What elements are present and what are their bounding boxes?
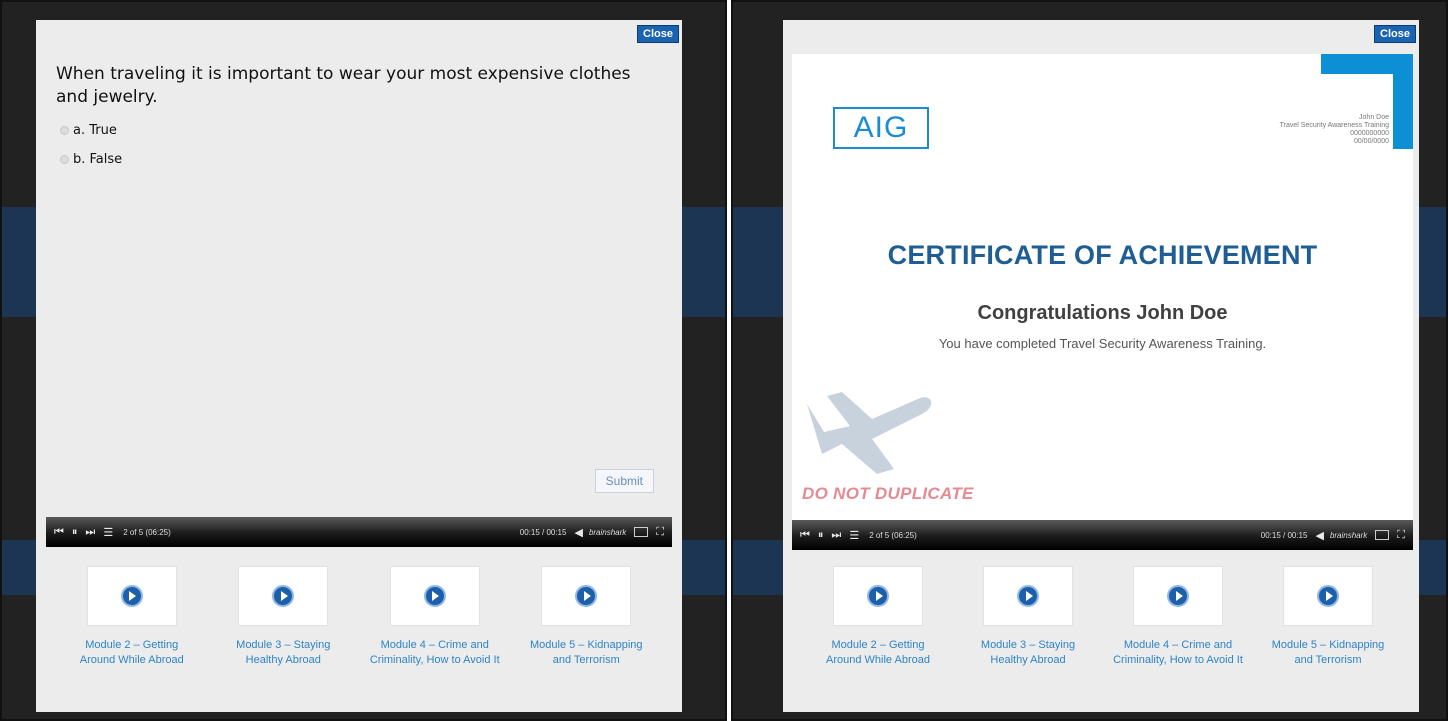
quiz-question: When traveling it is important to wear y…: [56, 64, 631, 107]
module-item[interactable]: Module 5 – Kidnapping and Terrorism: [1258, 566, 1398, 668]
pause-icon[interactable]: ⏸: [818, 529, 824, 542]
option-false[interactable]: b. False: [60, 152, 672, 167]
module-thumbnail[interactable]: [86, 566, 177, 626]
certificate-modal: Close AIG John Doe Travel Security Aware…: [783, 20, 1419, 712]
module-item[interactable]: Module 3 – Staying Healthy Abroad: [958, 566, 1098, 668]
time-display: 00:15 / 00:15: [519, 527, 567, 537]
screen-icon[interactable]: [1375, 530, 1390, 540]
module-link[interactable]: Module 5 – Kidnapping and Terrorism: [1263, 638, 1393, 668]
module-link[interactable]: Module 2 – Getting Around While Abroad: [67, 638, 197, 668]
play-icon: [867, 585, 889, 607]
aig-logo: AIG: [833, 107, 929, 149]
module-link[interactable]: Module 4 – Crime and Criminality, How to…: [370, 638, 500, 668]
completion-text: You have completed Travel Security Aware…: [938, 336, 1267, 351]
slide-counter: 2 of 5 (06:25): [123, 527, 171, 537]
submit-button[interactable]: Submit: [594, 469, 654, 493]
play-icon: [423, 585, 446, 607]
module-link[interactable]: Module 3 – Staying Healthy Abroad: [218, 638, 348, 668]
completion-date: 00/00/0000: [1353, 138, 1389, 145]
module-link[interactable]: Module 4 – Crime and Criminality, How to…: [1113, 638, 1243, 668]
screen-icon[interactable]: [634, 527, 649, 537]
recipient-name: John Doe: [1359, 114, 1389, 121]
play-icon: [1317, 585, 1339, 607]
module-link[interactable]: Module 2 – Getting Around While Abroad: [813, 638, 943, 668]
airplane-icon: [807, 392, 932, 474]
player-controls: ⏮ ⏸ ⏭ ☰ 2 of 5 (06:25) 00:15 / 00:15 ◀ b…: [46, 517, 672, 547]
recipient-id: 0000000000: [1350, 130, 1389, 137]
module-thumbnail[interactable]: [238, 566, 329, 626]
option-label: b. False: [73, 152, 123, 167]
volume-icon[interactable]: ◀: [574, 526, 582, 539]
radio-button[interactable]: [60, 155, 69, 164]
module-item[interactable]: Module 3 – Staying Healthy Abroad: [213, 566, 353, 668]
play-icon: [120, 585, 143, 607]
play-icon: [1167, 585, 1189, 607]
certificate: AIG John Doe Travel Security Awareness T…: [792, 54, 1413, 522]
quiz-area: When traveling it is important to wear y…: [46, 45, 672, 517]
radio-button[interactable]: [60, 126, 69, 135]
play-icon: [575, 585, 598, 607]
congratulations-text: Congratulations John Doe: [977, 302, 1228, 324]
option-label: a. True: [73, 123, 117, 138]
close-button[interactable]: Close: [637, 25, 679, 43]
pause-icon[interactable]: ⏸: [72, 526, 78, 539]
certificate-panel: Close AIG John Doe Travel Security Aware…: [731, 0, 1448, 721]
module-item[interactable]: Module 2 – Getting Around While Abroad: [808, 566, 948, 668]
quiz-panel: Close When traveling it is important to …: [0, 0, 727, 721]
module-thumbnail[interactable]: [1283, 566, 1373, 626]
player-controls: ⏮ ⏸ ⏭ ☰ 2 of 5 (06:25) 00:15 / 00:15 ◀ b…: [792, 520, 1413, 550]
close-button[interactable]: Close: [1374, 25, 1416, 43]
previous-icon[interactable]: ⏮: [800, 529, 810, 542]
next-icon[interactable]: ⏭: [85, 526, 95, 539]
module-link[interactable]: Module 5 – Kidnapping and Terrorism: [521, 638, 651, 668]
slide-counter: 2 of 5 (06:25): [869, 530, 917, 540]
module-thumbnail[interactable]: [541, 566, 632, 626]
volume-icon[interactable]: ◀: [1315, 529, 1323, 542]
module-item[interactable]: Module 5 – Kidnapping and Terrorism: [516, 566, 656, 668]
module-thumbnail[interactable]: [833, 566, 923, 626]
menu-icon[interactable]: ☰: [103, 526, 113, 539]
module-thumbnail[interactable]: [389, 566, 480, 626]
option-true[interactable]: a. True: [60, 123, 672, 138]
menu-icon[interactable]: ☰: [849, 529, 859, 542]
previous-icon[interactable]: ⏮: [54, 526, 64, 539]
watermark: DO NOT DUPLICATE: [802, 484, 974, 503]
module-thumbnail[interactable]: [1133, 566, 1223, 626]
fullscreen-icon[interactable]: ⛶: [1397, 529, 1405, 542]
module-item[interactable]: Module 2 – Getting Around While Abroad: [62, 566, 202, 668]
module-list: Module 2 – Getting Around While Abroad M…: [56, 566, 662, 668]
brainshark-logo: brainshark: [588, 527, 627, 537]
play-icon: [272, 585, 295, 607]
module-list: Module 2 – Getting Around While Abroad M…: [803, 566, 1403, 668]
quiz-modal: Close When traveling it is important to …: [36, 20, 682, 712]
module-thumbnail[interactable]: [983, 566, 1073, 626]
certificate-title: CERTIFICATE OF ACHIEVEMENT: [887, 240, 1318, 270]
course-name: Travel Security Awareness Training: [1279, 122, 1389, 129]
module-item[interactable]: Module 4 – Crime and Criminality, How to…: [365, 566, 505, 668]
recipient-info: John Doe Travel Security Awareness Train…: [1280, 114, 1389, 146]
next-icon[interactable]: ⏭: [831, 529, 841, 542]
brainshark-logo: brainshark: [1329, 530, 1368, 540]
module-link[interactable]: Module 3 – Staying Healthy Abroad: [963, 638, 1093, 668]
play-icon: [1017, 585, 1039, 607]
fullscreen-icon[interactable]: ⛶: [656, 526, 664, 539]
module-item[interactable]: Module 4 – Crime and Criminality, How to…: [1108, 566, 1248, 668]
time-display: 00:15 / 00:15: [1260, 530, 1308, 540]
